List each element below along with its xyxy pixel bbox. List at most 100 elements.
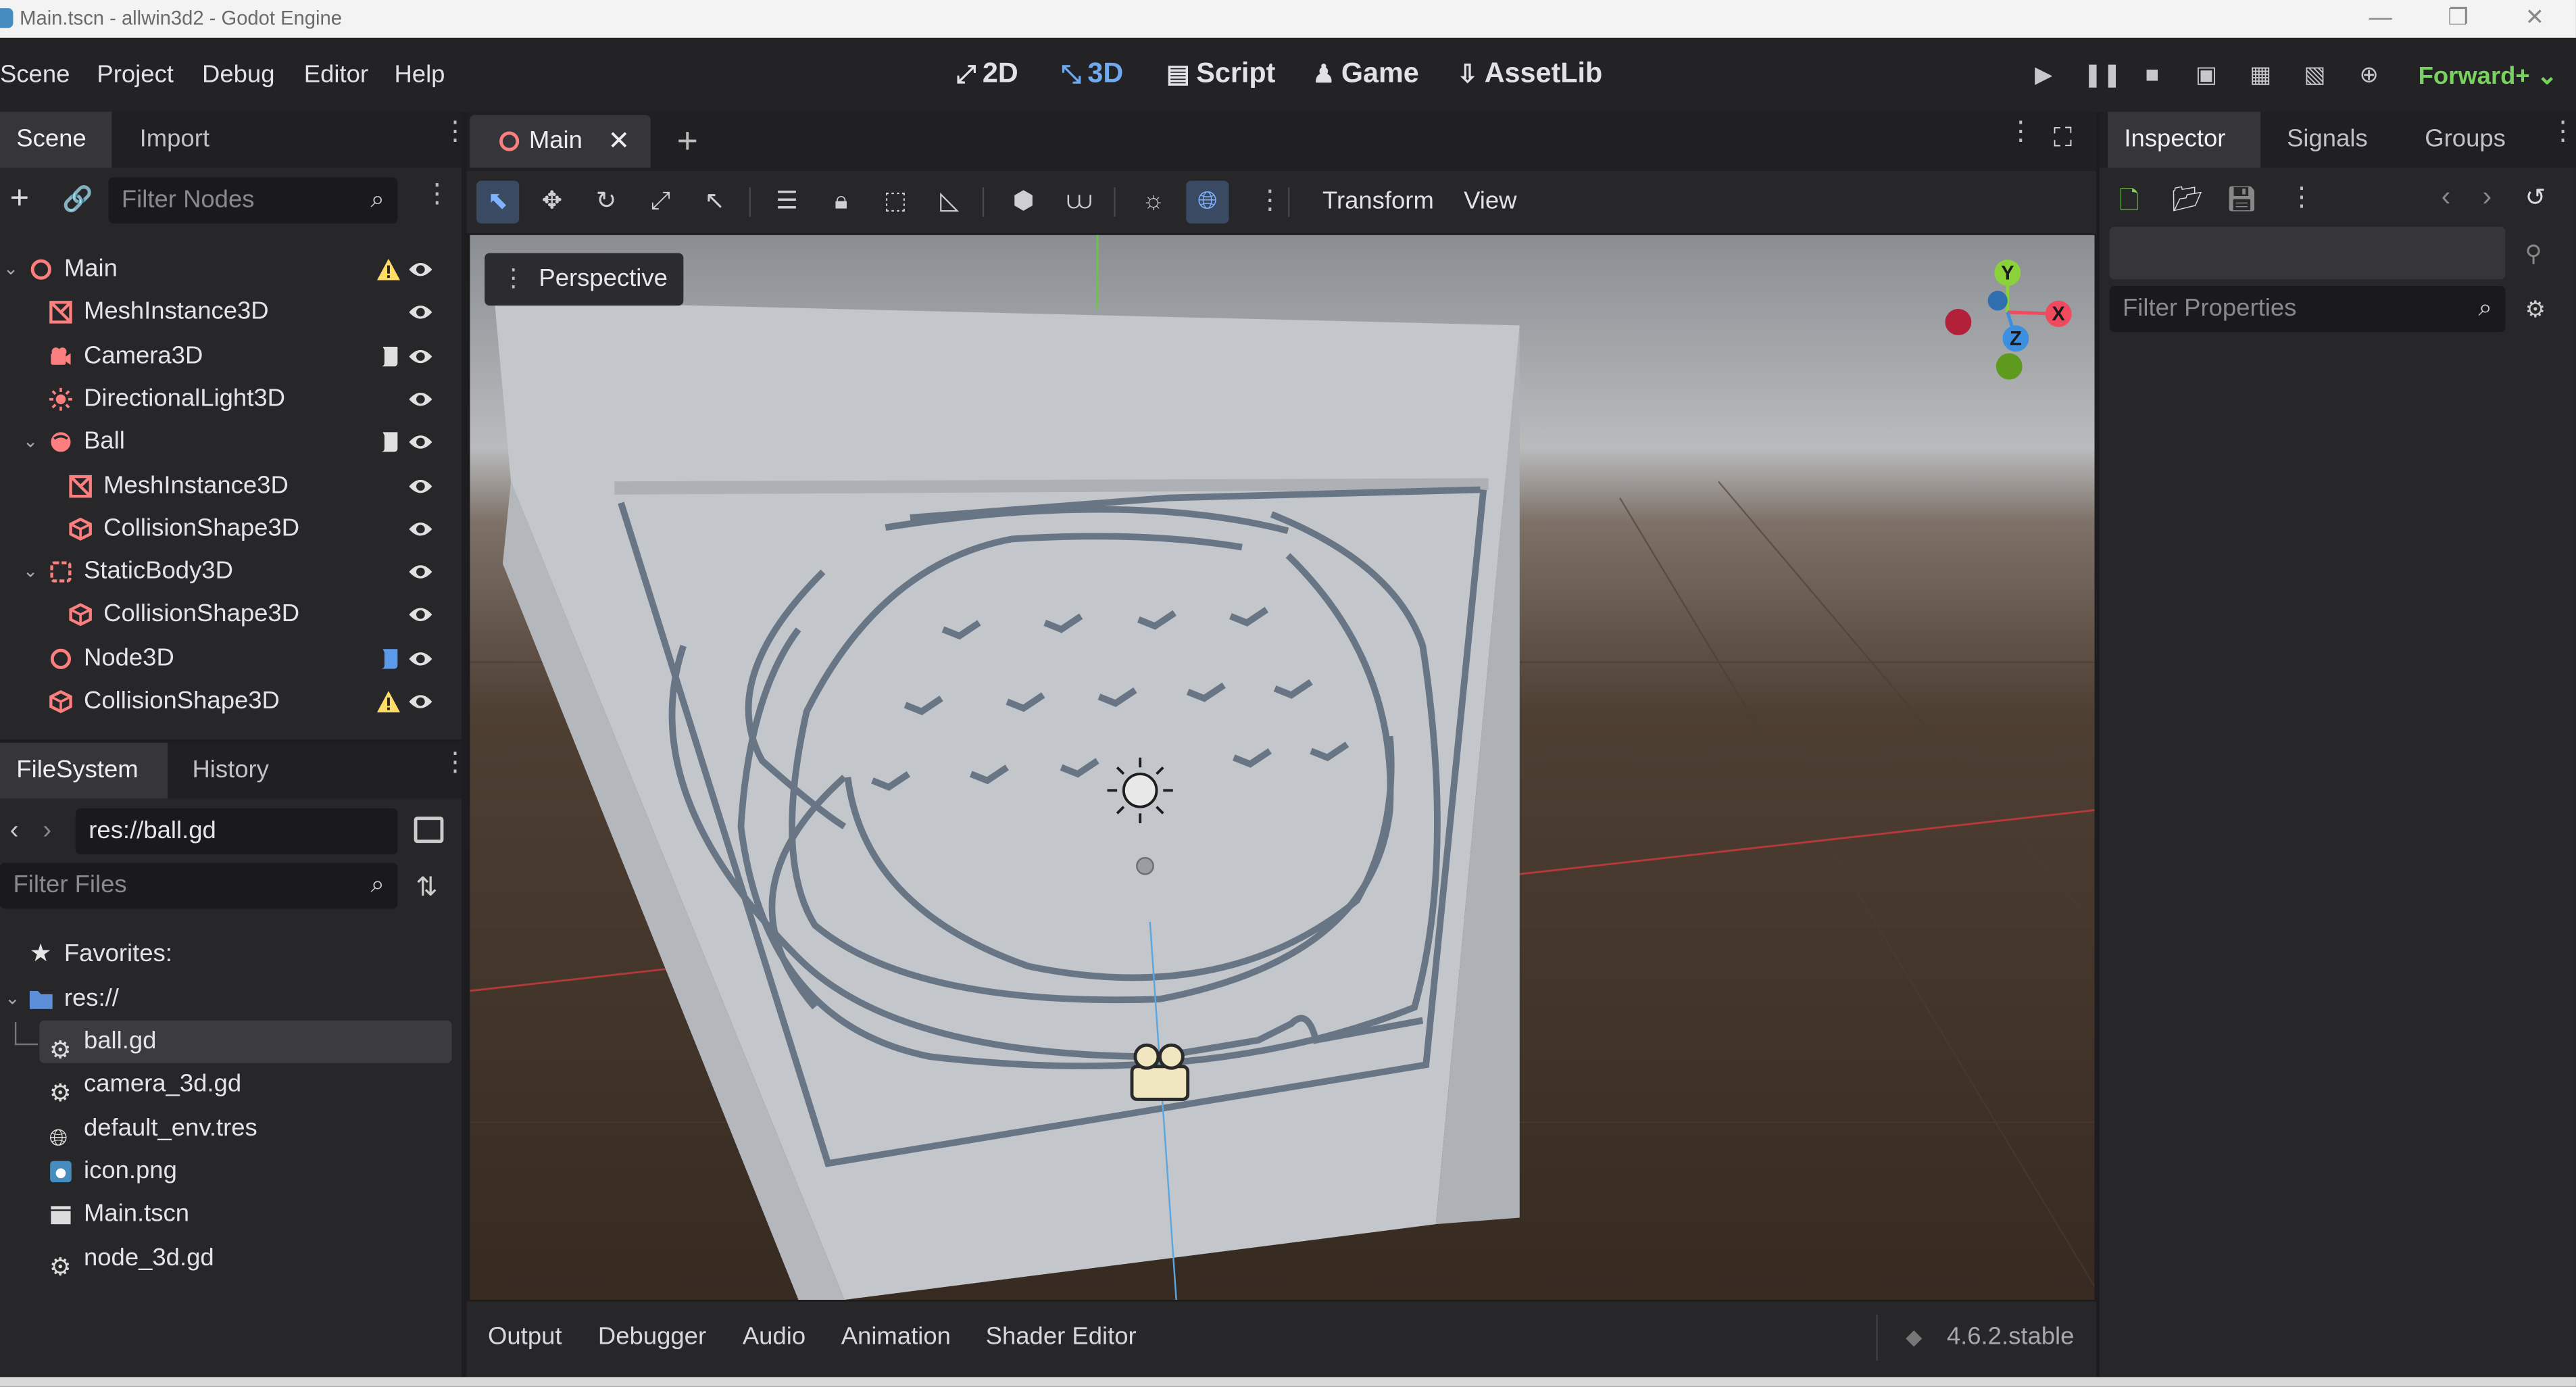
dock-menu-icon[interactable]: ⋮: [442, 119, 468, 145]
stop-icon[interactable]: ■: [2137, 59, 2167, 89]
instantiate-scene-icon[interactable]: 🔗: [62, 184, 93, 214]
tab-animation[interactable]: Animation: [841, 1323, 951, 1350]
scene-tree-node[interactable]: ⌄ StaticBody3D: [0, 551, 453, 593]
renderer-selector[interactable]: Forward+ ⌄: [2419, 61, 2558, 90]
minimize-icon[interactable]: —: [2369, 3, 2392, 30]
scene-tree-node[interactable]: MeshInstance3D: [0, 464, 453, 507]
filter-properties-input[interactable]: Filter Properties ⌕: [2109, 286, 2506, 333]
select-tool-icon[interactable]: ⬉: [476, 180, 520, 224]
favorites-item[interactable]: ★ Favorites:: [0, 933, 453, 976]
preview-environment-icon[interactable]: 🌐︎: [1186, 180, 1229, 224]
visibility-eye-icon[interactable]: [407, 387, 434, 410]
lock-icon[interactable]: 🔒︎: [820, 180, 862, 223]
scene-tree-node[interactable]: DirectionalLight3D: [0, 378, 453, 420]
workspace-assetlib-button[interactable]: ⇩ AssetLib: [1457, 57, 1602, 91]
visibility-eye-icon[interactable]: [407, 301, 434, 324]
script-icon[interactable]: [380, 345, 399, 368]
tab-audio[interactable]: Audio: [743, 1323, 806, 1350]
file-item[interactable]: 🌐︎ default_env.tres: [0, 1107, 453, 1150]
file-item[interactable]: ⚙ node_3d.gd: [0, 1236, 453, 1279]
scene-tabs-menu-icon[interactable]: ⋮: [2008, 119, 2034, 145]
sort-icon[interactable]: ⇅: [416, 871, 438, 904]
transform-menu[interactable]: Transform: [1322, 187, 1434, 215]
preview-menu-icon[interactable]: ⋮: [1257, 188, 1283, 214]
play-icon[interactable]: ▶: [2029, 59, 2058, 89]
history-back-icon[interactable]: ‹: [2442, 180, 2451, 214]
viewport-3d[interactable]: Y X Z ⋮ Perspective: [470, 235, 2095, 1300]
file-item[interactable]: Main.tscn: [0, 1193, 453, 1236]
tab-output[interactable]: Output: [488, 1323, 562, 1350]
scene-tree-node[interactable]: CollisionShape3D: [0, 680, 453, 723]
resource-menu-icon[interactable]: ⋮: [2289, 185, 2315, 211]
group-icon[interactable]: ⬚: [874, 180, 916, 223]
visibility-eye-icon[interactable]: [407, 690, 434, 713]
scale-tool-icon[interactable]: ⤢: [639, 180, 682, 223]
tab-history[interactable]: History: [176, 743, 285, 799]
close-icon[interactable]: ✕: [2525, 3, 2545, 31]
property-options-icon[interactable]: ⚙: [2525, 296, 2546, 324]
tab-signals[interactable]: Signals: [2271, 112, 2384, 168]
visibility-eye-icon[interactable]: [407, 345, 434, 368]
visibility-eye-icon[interactable]: [407, 517, 434, 540]
back-icon[interactable]: ‹: [10, 817, 19, 846]
new-resource-icon[interactable]: 🗋︎: [2119, 184, 2139, 225]
menu-help[interactable]: Help: [394, 61, 445, 89]
snap-icon[interactable]: ⩊: [1058, 180, 1101, 223]
movie-maker-icon[interactable]: ⊕: [2354, 59, 2384, 89]
rotate-tool-icon[interactable]: ↻: [585, 180, 627, 223]
file-item[interactable]: icon.png: [0, 1150, 453, 1193]
menu-project[interactable]: Project: [97, 61, 174, 89]
visibility-eye-icon[interactable]: [407, 560, 434, 583]
workspace-script-button[interactable]: ▤ Script: [1166, 57, 1275, 91]
filter-nodes-input[interactable]: Filter Nodes ⌕: [108, 177, 398, 224]
chevron-down-icon[interactable]: ⌄: [3, 248, 18, 291]
list-icon[interactable]: ☰: [766, 180, 808, 223]
menu-editor[interactable]: Editor: [304, 61, 368, 89]
split-view-icon[interactable]: [414, 817, 444, 844]
tab-scene[interactable]: Scene: [0, 112, 112, 168]
local-space-icon[interactable]: ⬢: [1002, 180, 1045, 223]
visibility-eye-icon[interactable]: [407, 258, 434, 281]
new-scene-tab-icon[interactable]: +: [677, 120, 698, 162]
view-menu[interactable]: View: [1464, 187, 1516, 215]
res-folder-item[interactable]: ⌄ res://: [0, 978, 453, 1021]
scene-options-icon[interactable]: ⋮: [424, 182, 450, 208]
object-properties-icon[interactable]: ⚲: [2525, 240, 2542, 268]
warning-icon[interactable]: [376, 690, 401, 713]
history-forward-icon[interactable]: ›: [2482, 180, 2492, 214]
recent-history-icon[interactable]: ↺: [2525, 182, 2546, 212]
path-field[interactable]: res://ball.gd: [75, 808, 398, 855]
object-selector[interactable]: [2109, 226, 2506, 280]
dock-menu-icon[interactable]: ⋮: [2550, 119, 2576, 145]
script-icon[interactable]: [380, 647, 399, 670]
scene-tree-node[interactable]: CollisionShape3D: [0, 594, 453, 637]
tab-filesystem[interactable]: FileSystem: [0, 742, 168, 799]
remote-debug-icon[interactable]: ▣: [2191, 59, 2221, 89]
visibility-eye-icon[interactable]: [407, 647, 434, 670]
scene-tree-node[interactable]: ⌄ Ball: [0, 421, 453, 464]
move-tool-icon[interactable]: ✥: [530, 180, 573, 223]
visibility-eye-icon[interactable]: [407, 604, 434, 627]
scene-tree-node[interactable]: Camera3D: [0, 335, 453, 377]
file-item[interactable]: ⚙ ball.gd: [39, 1020, 452, 1063]
chevron-down-icon[interactable]: ⌄: [23, 421, 38, 464]
scene-tab-main[interactable]: Main ✕: [470, 115, 651, 168]
forward-icon[interactable]: ›: [43, 817, 51, 846]
list-select-icon[interactable]: ↖: [693, 180, 736, 223]
play-custom-scene-icon[interactable]: ▧: [2300, 59, 2330, 89]
save-resource-icon[interactable]: 💾︎: [2226, 184, 2257, 214]
play-scene-icon[interactable]: ▦: [2246, 59, 2275, 89]
distraction-free-icon[interactable]: ⛶: [2054, 125, 2072, 155]
open-resource-icon[interactable]: 📂︎: [2172, 184, 2203, 214]
scene-tree-node[interactable]: Node3D: [0, 637, 453, 680]
visibility-eye-icon[interactable]: [407, 474, 434, 497]
tab-debugger[interactable]: Debugger: [598, 1323, 706, 1350]
chevron-down-icon[interactable]: ⌄: [23, 551, 38, 593]
add-node-icon[interactable]: +: [10, 180, 29, 218]
script-icon[interactable]: [380, 431, 399, 454]
workspace-3d-button[interactable]: ⤡ 3D: [1061, 57, 1123, 91]
close-tab-icon[interactable]: ✕: [608, 125, 630, 158]
filter-files-input[interactable]: Filter Files ⌕: [0, 862, 398, 909]
scene-tree-node[interactable]: ⌄ Main: [0, 248, 453, 291]
warning-icon[interactable]: [376, 258, 401, 281]
